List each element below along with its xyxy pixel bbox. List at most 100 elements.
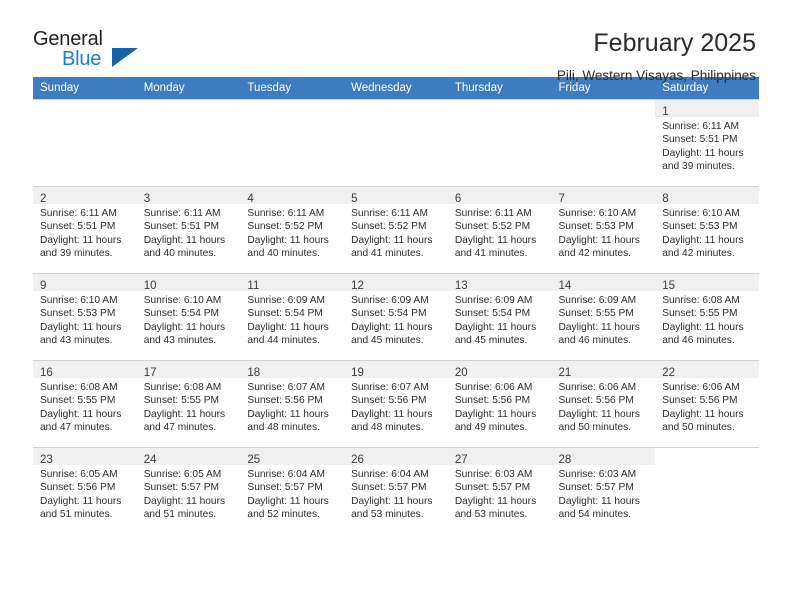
sunset-text: Sunset: 5:51 PM (662, 134, 738, 146)
calendar-cell-empty (551, 99, 656, 187)
day-number: 3 (143, 193, 151, 205)
day-number-bar: 9 (33, 274, 137, 292)
day-number-bar: 17 (136, 361, 241, 379)
day-number-bar: 22 (655, 361, 759, 379)
day-details: Sunrise: 6:11 AM Sunset: 5:52 PM Daylight:… (448, 204, 552, 261)
calendar-day-cell[interactable]: 4 Sunrise: 6:11 AM Sunset: 5:52 PM Daylight… (240, 186, 345, 274)
calendar-day-cell[interactable]: 17 Sunrise: 6:08 AM Sunset: 5:55 PM Dayligh… (136, 360, 241, 448)
calendar-day-cell[interactable]: 1 Sunrise: 6:11 AM Sunset: 5:51 PM Daylight… (655, 99, 759, 187)
day-details: Sunrise: 6:10 AM Sunset: 5:53 PM Daylight:… (655, 204, 759, 261)
day-number: 19 (351, 367, 364, 379)
calendar-day-cell[interactable]: 5 Sunrise: 6:11 AM Sunset: 5:52 PM Daylight… (344, 186, 448, 274)
sunrise-text: Sunrise: 6:04 AM (247, 469, 325, 480)
sunset-text: Sunset: 5:52 PM (247, 221, 323, 233)
calendar-day-cell[interactable]: 20 Sunrise: 6:06 AM Sunset: 5:56 PM Dayligh… (447, 360, 552, 448)
daylight-text: Daylight: 11 hours and 53 minutes. (454, 495, 537, 521)
day-number: 12 (351, 280, 364, 292)
calendar-day-cell[interactable]: 12 Sunrise: 6:09 AM Sunset: 5:54 PM Dayligh… (344, 273, 448, 361)
daylight-text: Daylight: 11 hours and 47 minutes. (143, 408, 226, 434)
day-number: 4 (247, 193, 254, 205)
day-number-bar: 19 (344, 361, 448, 379)
calendar-day-cell[interactable]: 26 Sunrise: 6:04 AM Sunset: 5:57 PM Dayligh… (344, 447, 448, 534)
day-number-bar: 10 (136, 274, 241, 292)
calendar-day-cell[interactable]: 2 Sunrise: 6:11 AM Sunset: 5:51 PM Daylight… (33, 186, 137, 274)
calendar-week-row: 1 Sunrise: 6:11 AM Sunset: 5:51 PM Daylight… (33, 99, 759, 187)
calendar-day-cell[interactable]: 7 Sunrise: 6:10 AM Sunset: 5:53 PM Daylight… (551, 186, 656, 274)
sunrise-text: Sunrise: 6:07 AM (247, 382, 325, 393)
daylight-text: Daylight: 11 hours and 49 minutes. (454, 408, 537, 434)
triangle-icon (112, 48, 138, 67)
day-details: Sunrise: 6:07 AM Sunset: 5:56 PM Daylight:… (240, 378, 344, 435)
day-number: 25 (247, 454, 261, 466)
day-details: Sunrise: 6:11 AM Sunset: 5:51 PM Daylight:… (33, 204, 137, 261)
day-details: Sunrise: 6:10 AM Sunset: 5:53 PM Daylight:… (552, 204, 656, 261)
day-number: 5 (351, 193, 358, 205)
calendar-day-cell[interactable]: 25 Sunrise: 6:04 AM Sunset: 5:57 PM Dayligh… (240, 447, 345, 534)
sunset-text: Sunset: 5:55 PM (40, 395, 116, 407)
calendar-day-cell[interactable]: 15 Sunrise: 6:08 AM Sunset: 5:55 PM Dayligh… (655, 273, 759, 361)
calendar-day-cell[interactable]: 21 Sunrise: 6:06 AM Sunset: 5:56 PM Dayligh… (551, 360, 656, 448)
calendar-day-cell[interactable]: 19 Sunrise: 6:07 AM Sunset: 5:56 PM Dayligh… (344, 360, 448, 448)
day-number-bar: 1 (655, 100, 759, 118)
daylight-text: Daylight: 11 hours and 40 minutes. (247, 234, 329, 260)
calendar-day-cell[interactable]: 23 Sunrise: 6:05 AM Sunset: 5:56 PM Dayligh… (33, 447, 137, 534)
sunrise-text: Sunrise: 6:09 AM (558, 295, 637, 306)
daylight-text: Daylight: 11 hours and 42 minutes. (662, 234, 744, 260)
sunrise-text: Sunrise: 6:10 AM (40, 295, 118, 306)
general-blue-logo[interactable]: General Blue (33, 28, 143, 74)
sunset-text: Sunset: 5:53 PM (558, 221, 634, 233)
daylight-text: Daylight: 11 hours and 43 minutes. (143, 321, 226, 347)
calendar-day-cell[interactable]: 6 Sunrise: 6:11 AM Sunset: 5:52 PM Daylight… (447, 186, 552, 274)
calendar-day-cell[interactable]: 27 Sunrise: 6:03 AM Sunset: 5:57 PM Dayligh… (447, 447, 552, 534)
day-details: Sunrise: 6:04 AM Sunset: 5:57 PM Daylight:… (344, 465, 448, 522)
calendar-day-cell[interactable]: 8 Sunrise: 6:10 AM Sunset: 5:53 PM Daylight… (655, 186, 759, 274)
day-number: 18 (247, 367, 261, 379)
day-number: 10 (143, 280, 157, 292)
calendar-day-cell[interactable]: 11 Sunrise: 6:09 AM Sunset: 5:54 PM Dayligh… (240, 273, 345, 361)
day-number-bar: 3 (136, 187, 241, 205)
calendar-week-row: 16 Sunrise: 6:08 AM Sunset: 5:55 PM Dayligh… (33, 360, 759, 448)
sunrise-text: Sunrise: 6:11 AM (40, 208, 117, 219)
calendar-day-cell[interactable]: 3 Sunrise: 6:11 AM Sunset: 5:51 PM Daylight… (136, 186, 241, 274)
sunrise-text: Sunrise: 6:11 AM (662, 121, 740, 132)
day-number: 7 (558, 193, 565, 205)
daylight-text: Daylight: 11 hours and 50 minutes. (558, 408, 640, 434)
calendar-day-cell[interactable]: 22 Sunrise: 6:06 AM Sunset: 5:56 PM Dayligh… (655, 360, 759, 448)
calendar-page: General Blue February 2025 Pili, Western… (0, 0, 792, 612)
calendar-day-cell[interactable]: 28 Sunrise: 6:03 AM Sunset: 5:57 PM Dayligh… (551, 447, 656, 534)
calendar-day-cell[interactable]: 24 Sunrise: 6:05 AM Sunset: 5:57 PM Dayligh… (136, 447, 241, 534)
daylight-text: Daylight: 11 hours and 45 minutes. (454, 321, 537, 347)
day-details: Sunrise: 6:10 AM Sunset: 5:53 PM Daylight:… (33, 291, 137, 348)
sunset-text: Sunset: 5:51 PM (143, 221, 220, 233)
day-number: 23 (40, 454, 53, 466)
calendar-day-cell[interactable]: 16 Sunrise: 6:08 AM Sunset: 5:55 PM Dayligh… (33, 360, 137, 448)
calendar-body: 1 Sunrise: 6:11 AM Sunset: 5:51 PM Daylight… (33, 99, 759, 534)
day-number-bar: 21 (551, 361, 656, 379)
calendar-day-cell[interactable]: 9 Sunrise: 6:10 AM Sunset: 5:53 PM Daylight… (33, 273, 137, 361)
weekday-header-tuesday: Tuesday (240, 77, 345, 100)
sunrise-text: Sunrise: 6:11 AM (454, 208, 532, 219)
calendar-cell-empty (655, 447, 759, 534)
day-number: 20 (454, 367, 468, 379)
day-number: 1 (662, 106, 669, 118)
calendar-day-cell[interactable]: 10 Sunrise: 6:10 AM Sunset: 5:54 PM Dayligh… (136, 273, 241, 361)
sunset-text: Sunset: 5:56 PM (662, 395, 738, 407)
sunrise-text: Sunrise: 6:07 AM (351, 382, 429, 393)
calendar-day-cell[interactable]: 18 Sunrise: 6:07 AM Sunset: 5:56 PM Dayligh… (240, 360, 345, 448)
calendar-day-cell[interactable]: 14 Sunrise: 6:09 AM Sunset: 5:55 PM Dayligh… (551, 273, 656, 361)
day-details: Sunrise: 6:09 AM Sunset: 5:54 PM Daylight:… (240, 291, 344, 348)
calendar-week-row: 9 Sunrise: 6:10 AM Sunset: 5:53 PM Daylight… (33, 273, 759, 361)
calendar-day-cell[interactable]: 13 Sunrise: 6:09 AM Sunset: 5:54 PM Dayligh… (447, 273, 552, 361)
day-number: 11 (247, 280, 260, 292)
day-number: 28 (558, 454, 572, 466)
day-number: 2 (40, 193, 47, 205)
day-details: Sunrise: 6:07 AM Sunset: 5:56 PM Daylight:… (344, 378, 448, 435)
day-details: Sunrise: 6:03 AM Sunset: 5:57 PM Daylight:… (448, 465, 552, 522)
weekday-header-thursday: Thursday (447, 77, 552, 100)
sunrise-text: Sunrise: 6:05 AM (40, 469, 118, 480)
calendar-cell-empty (447, 99, 552, 187)
day-number-bar: 12 (344, 274, 448, 292)
day-details: Sunrise: 6:06 AM Sunset: 5:56 PM Daylight:… (655, 378, 759, 435)
sunrise-text: Sunrise: 6:10 AM (662, 208, 740, 219)
day-number: 16 (40, 367, 53, 379)
